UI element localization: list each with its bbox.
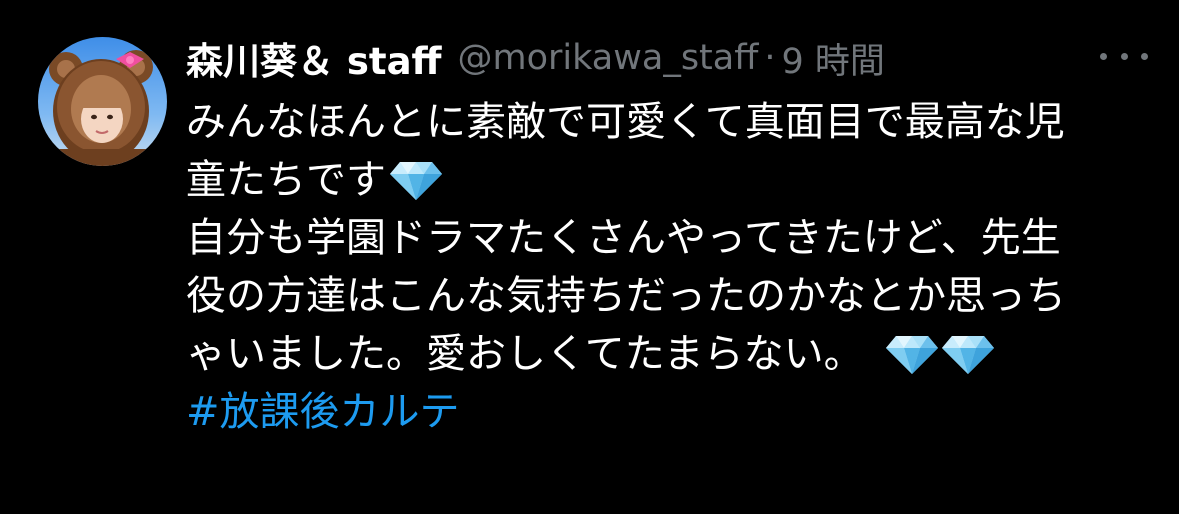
gem-stone-icon (390, 160, 442, 200)
more-dot (1100, 52, 1107, 60)
tweet-text: みんなほんとに素敵で可愛くて真面目で最高な児 童たちです 自分も学園ドラマたくさ… (186, 93, 1146, 441)
text-line-content: ゃいました。愛おしくてたまらない。 (186, 331, 864, 377)
text-line-content: 役の方達はこんな気持ちだったのかなとか思っち (186, 273, 1066, 319)
avatar-image (38, 37, 167, 166)
text-line-content: 童たちです (186, 157, 386, 203)
tweet[interactable]: 森川葵＆ staff @morikawa_staff · 9 時間 みんなほんと… (0, 0, 1179, 514)
more-options-icon[interactable] (1100, 42, 1148, 70)
gem-stone-icon (885, 334, 938, 374)
text-line: 役の方達はこんな気持ちだったのかなとか思っち (186, 267, 1146, 325)
text-line: ゃいました。愛おしくてたまらない。 (186, 325, 1146, 383)
more-dot (1141, 52, 1148, 60)
timestamp[interactable]: 9 時間 (782, 33, 885, 84)
text-line-content: みんなほんとに素敵で可愛くて真面目で最高な児 (186, 99, 1065, 145)
tweet-header: 森川葵＆ staff @morikawa_staff · 9 時間 (186, 30, 885, 86)
user-handle[interactable]: @morikawa_staff (458, 38, 759, 78)
text-line: みんなほんとに素敵で可愛くて真面目で最高な児 (186, 93, 1146, 151)
more-dot (1120, 52, 1128, 60)
avatar[interactable] (38, 37, 167, 166)
text-line: 童たちです (186, 151, 1146, 209)
hashtag-line: #放課後カルテ (186, 383, 1146, 441)
gem-stone-icon (941, 334, 994, 374)
hashtag-link[interactable]: #放課後カルテ (186, 383, 460, 441)
text-line: 自分も学園ドラマたくさんやってきたけど、先生 (186, 209, 1146, 267)
text-line-content: 自分も学園ドラマたくさんやってきたけど、先生 (186, 215, 1061, 261)
separator: · (764, 38, 776, 78)
display-name[interactable]: 森川葵＆ staff (186, 31, 442, 85)
